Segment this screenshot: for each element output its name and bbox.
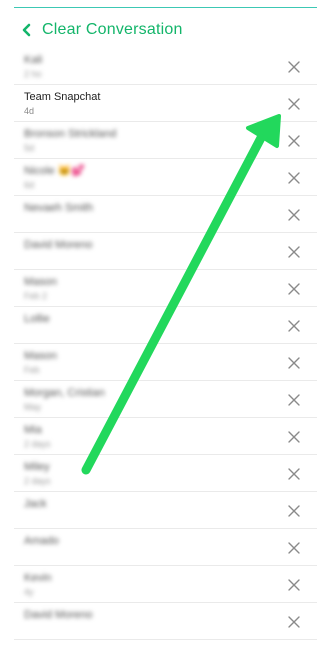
- close-icon[interactable]: [287, 504, 301, 518]
- close-icon[interactable]: [287, 60, 301, 74]
- conversation-name: Mia: [24, 424, 42, 436]
- conversation-name: David Moreno: [24, 609, 93, 621]
- conversation-row[interactable]: Jack: [14, 492, 317, 529]
- conversation-time: 2 ho: [24, 69, 42, 79]
- conversation-info: Kali 2 ho: [24, 53, 42, 80]
- conversation-info: Nicole 🐱💕 6d: [24, 164, 85, 191]
- conversation-row[interactable]: Lollie: [14, 307, 317, 344]
- conversation-time: 4d: [24, 106, 35, 116]
- conversation-info: Mia 2 days: [24, 423, 51, 450]
- conversation-row[interactable]: Kevin 4y: [14, 566, 317, 603]
- conversation-name: Lollie: [24, 313, 50, 325]
- conversation-row[interactable]: Team Snapchat 4d: [14, 85, 317, 122]
- conversation-name: Kevin: [24, 572, 52, 584]
- conversation-time: Feb: [24, 365, 40, 375]
- conversation-row[interactable]: David Moreno: [14, 233, 317, 270]
- conversation-name: Morgan, Cristian: [24, 387, 105, 399]
- close-icon[interactable]: [287, 134, 301, 148]
- conversation-info: Team Snapchat 4d: [24, 90, 100, 117]
- close-icon[interactable]: [287, 319, 301, 333]
- conversation-name: Bronson Strickland: [24, 128, 117, 140]
- close-icon[interactable]: [287, 282, 301, 296]
- conversation-row[interactable]: Morgan, Cristian May: [14, 381, 317, 418]
- conversation-time: 5d: [24, 143, 35, 153]
- conversation-list: Kali 2 ho Team Snapchat 4d Bronson Stricklan…: [14, 48, 317, 640]
- top-divider: [14, 7, 317, 8]
- conversation-name: Nicole 🐱💕: [24, 165, 86, 177]
- conversation-name: Nevaeh Smith: [24, 202, 94, 214]
- close-icon[interactable]: [287, 467, 301, 481]
- close-icon[interactable]: [287, 541, 301, 555]
- conversation-time: May: [24, 402, 42, 412]
- close-icon[interactable]: [287, 356, 301, 370]
- conversation-time: 4y: [24, 587, 34, 597]
- conversation-time: 2 days: [24, 476, 51, 486]
- conversation-name: Kali: [24, 54, 43, 66]
- conversation-name: Jack: [24, 498, 47, 510]
- conversation-name: David Moreno: [24, 239, 93, 251]
- chevron-left-icon: [20, 23, 34, 37]
- conversation-time: 6d: [24, 180, 35, 190]
- conversation-row[interactable]: Miley 2 days: [14, 455, 317, 492]
- conversation-name: Amado: [24, 535, 59, 547]
- conversation-info: Nevaeh Smith: [24, 201, 93, 216]
- conversation-info: Miley 2 days: [24, 460, 51, 487]
- conversation-time: Feb 2: [24, 291, 48, 301]
- page-title: Clear Conversation: [42, 21, 183, 38]
- conversation-info: Bronson Strickland 5d: [24, 127, 116, 154]
- close-icon[interactable]: [287, 245, 301, 259]
- conversation-name: Mason: [24, 276, 58, 288]
- conversation-info: Morgan, Cristian May: [24, 386, 105, 413]
- conversation-row[interactable]: Mia 2 days: [14, 418, 317, 455]
- conversation-info: Mason Feb 2: [24, 275, 57, 302]
- conversation-info: Lollie: [24, 312, 50, 327]
- conversation-info: Jack: [24, 497, 47, 512]
- close-icon[interactable]: [287, 615, 301, 629]
- close-icon[interactable]: [287, 430, 301, 444]
- conversation-row[interactable]: Amado: [14, 529, 317, 566]
- close-icon[interactable]: [287, 393, 301, 407]
- conversation-row[interactable]: Nevaeh Smith: [14, 196, 317, 233]
- conversation-row[interactable]: Nicole 🐱💕 6d: [14, 159, 317, 196]
- conversation-info: Mason Feb: [24, 349, 57, 376]
- conversation-row[interactable]: Bronson Strickland 5d: [14, 122, 317, 159]
- conversation-row[interactable]: Mason Feb 2: [14, 270, 317, 307]
- close-icon[interactable]: [287, 578, 301, 592]
- conversation-row[interactable]: Mason Feb: [14, 344, 317, 381]
- conversation-time: 2 days: [24, 439, 51, 449]
- conversation-name: Miley: [24, 461, 50, 473]
- conversation-info: David Moreno: [24, 238, 92, 253]
- conversation-info: David Moreno: [24, 608, 92, 623]
- close-icon[interactable]: [287, 97, 301, 111]
- conversation-name: Mason: [24, 350, 58, 362]
- conversation-row[interactable]: David Moreno: [14, 603, 317, 640]
- conversation-info: Amado: [24, 534, 59, 549]
- back-button[interactable]: Clear Conversation: [20, 16, 183, 44]
- conversation-name: Team Snapchat: [24, 91, 101, 103]
- close-icon[interactable]: [287, 171, 301, 185]
- conversation-row[interactable]: Kali 2 ho: [14, 48, 317, 85]
- conversation-info: Kevin 4y: [24, 571, 52, 598]
- close-icon[interactable]: [287, 208, 301, 222]
